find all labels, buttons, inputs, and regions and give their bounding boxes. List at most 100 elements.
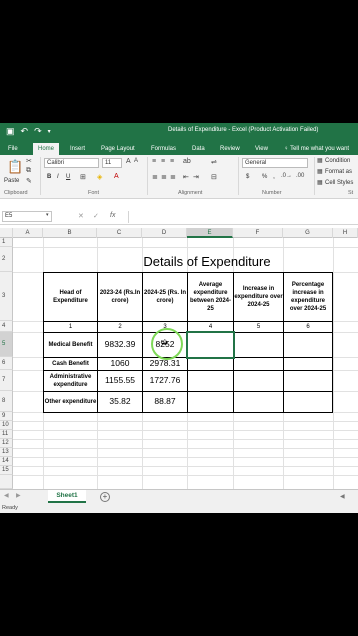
copy-icon[interactable]: ⧉ xyxy=(26,167,31,175)
table-cell-2023[interactable]: 1060 xyxy=(97,357,143,371)
conditional-formatting-icon[interactable]: ▦ xyxy=(317,157,323,164)
table-cell-empty[interactable] xyxy=(187,357,234,371)
tab-review[interactable]: Review xyxy=(220,143,240,155)
next-sheet-icon[interactable]: ▶ xyxy=(16,492,21,499)
percent-button[interactable]: % xyxy=(262,174,267,180)
borders-icon[interactable]: ⊞ xyxy=(80,173,86,181)
table-cell-head[interactable]: Other expenditure xyxy=(43,391,98,413)
row-header[interactable]: 6 xyxy=(0,357,13,370)
sheet-title[interactable]: Details of Expenditure xyxy=(97,252,317,272)
conditional-formatting-button[interactable]: Condition xyxy=(325,158,350,164)
row-header-selected[interactable]: 5 xyxy=(0,332,13,357)
font-name-select[interactable]: Calibri xyxy=(44,158,99,168)
row-header[interactable]: 7 xyxy=(0,370,13,391)
tab-insert[interactable]: Insert xyxy=(70,143,85,155)
tab-view[interactable]: View xyxy=(255,143,268,155)
name-box-dropdown-icon[interactable]: ▾ xyxy=(46,212,49,218)
increase-decimal-icon[interactable]: .0→ xyxy=(281,173,292,179)
column-header[interactable]: B xyxy=(43,228,97,238)
fill-color-icon[interactable]: ◈ xyxy=(97,173,102,181)
table-header-cell[interactable]: Average expenditure between 2024-25 xyxy=(187,272,234,322)
comma-style-icon[interactable]: , xyxy=(273,173,275,180)
cut-icon[interactable]: ✂ xyxy=(26,157,32,165)
align-top-icon[interactable]: ≡ xyxy=(152,158,156,165)
align-center-icon[interactable]: ≣ xyxy=(161,173,167,181)
table-cell-empty[interactable] xyxy=(233,391,284,413)
paste-icon[interactable]: 📋 xyxy=(7,159,23,175)
scroll-left-icon[interactable]: ◀ xyxy=(340,493,345,500)
table-cell-head[interactable]: Medical Benefit xyxy=(43,332,98,358)
wrap-text-icon[interactable]: ⇌ xyxy=(211,158,217,166)
row-header[interactable]: 2 xyxy=(0,247,13,272)
grow-font-icon[interactable]: A xyxy=(126,158,131,165)
undo-icon[interactable]: ↶ xyxy=(21,126,29,137)
row-header[interactable]: 14 xyxy=(0,457,13,466)
cell-styles-icon[interactable]: ▦ xyxy=(317,179,323,186)
table-cell-2024[interactable]: 88.87 xyxy=(142,391,188,413)
row-header[interactable]: 9 xyxy=(0,412,13,421)
format-painter-icon[interactable]: ✎ xyxy=(26,177,32,185)
table-cell-empty[interactable] xyxy=(187,370,234,392)
tab-page-layout[interactable]: Page Layout xyxy=(101,143,135,155)
decrease-indent-icon[interactable]: ⇤ xyxy=(183,173,189,181)
column-header[interactable]: C xyxy=(97,228,142,238)
save-icon[interactable]: ▣ xyxy=(6,126,15,137)
paste-label[interactable]: Paste xyxy=(4,178,19,184)
enter-icon[interactable]: ✓ xyxy=(93,212,99,220)
tell-me-box[interactable]: ♀ Tell me what you want xyxy=(284,143,349,155)
table-cell-empty[interactable] xyxy=(233,370,284,392)
table-cell-head[interactable]: Cash Benefit xyxy=(43,357,98,371)
tab-formulas[interactable]: Formulas xyxy=(151,143,176,155)
row-header[interactable]: 4 xyxy=(0,321,13,332)
column-header[interactable]: A xyxy=(13,228,43,238)
column-header[interactable]: F xyxy=(233,228,283,238)
row-header[interactable]: 10 xyxy=(0,421,13,430)
table-cell-head[interactable]: Administrative expenditure xyxy=(43,370,98,392)
row-header[interactable]: 12 xyxy=(0,439,13,448)
table-cell-2023[interactable]: 1155.55 xyxy=(97,370,143,392)
table-cell-2024[interactable]: 1727.76 xyxy=(142,370,188,392)
fx-icon[interactable]: fx xyxy=(110,212,115,219)
table-cell-empty[interactable] xyxy=(233,332,284,358)
table-header-cell[interactable]: Head of Expenditure xyxy=(43,272,98,322)
underline-button[interactable]: U xyxy=(66,174,70,180)
tab-data[interactable]: Data xyxy=(192,143,205,155)
column-header[interactable]: H xyxy=(333,228,358,238)
column-header-selected[interactable]: E xyxy=(187,228,233,238)
table-cell-empty[interactable] xyxy=(283,357,333,371)
row-header[interactable]: 1 xyxy=(0,238,13,247)
number-format-select[interactable]: General xyxy=(242,158,308,168)
merge-center-icon[interactable]: ⊟ xyxy=(211,173,217,181)
row-header[interactable]: 13 xyxy=(0,448,13,457)
redo-icon[interactable]: ↷ xyxy=(34,126,42,137)
row-header[interactable]: 15 xyxy=(0,466,13,475)
table-header-cell[interactable]: 2024-25 (Rs. In crore) xyxy=(142,272,188,322)
select-all-corner[interactable] xyxy=(0,228,13,238)
name-box[interactable]: E5 xyxy=(2,211,52,222)
table-header-cell[interactable]: Percentage increase in expenditure over … xyxy=(283,272,333,322)
increase-indent-icon[interactable]: ⇥ xyxy=(193,173,199,181)
tab-file[interactable]: File xyxy=(8,143,18,155)
column-header[interactable]: G xyxy=(283,228,333,238)
table-cell-empty[interactable] xyxy=(187,391,234,413)
font-color-icon[interactable]: A xyxy=(114,173,119,180)
format-as-table-button[interactable]: Format as xyxy=(325,169,352,175)
decrease-decimal-icon[interactable]: .00 xyxy=(296,173,304,179)
table-cell-2023[interactable]: 9832.39 xyxy=(97,332,143,358)
align-left-icon[interactable]: ≣ xyxy=(152,173,158,181)
row-header[interactable]: 11 xyxy=(0,430,13,439)
table-header-cell[interactable]: 2023-24 (Rs.In crore) xyxy=(97,272,143,322)
shrink-font-icon[interactable]: A xyxy=(134,158,138,164)
format-as-table-icon[interactable]: ▦ xyxy=(317,168,323,175)
prev-sheet-icon[interactable]: ◀ xyxy=(4,492,9,499)
italic-button[interactable]: I xyxy=(57,174,59,180)
table-cell-empty[interactable] xyxy=(283,370,333,392)
table-cell-2023[interactable]: 35.82 xyxy=(97,391,143,413)
align-middle-icon[interactable]: ≡ xyxy=(161,158,165,165)
column-header[interactable]: D xyxy=(142,228,187,238)
table-cell-empty[interactable] xyxy=(283,391,333,413)
cell-styles-button[interactable]: Cell Styles xyxy=(325,180,353,186)
sheet-tab-sheet1[interactable]: Sheet1 xyxy=(48,490,86,503)
bold-button[interactable]: B xyxy=(47,174,51,180)
add-sheet-icon[interactable]: + xyxy=(100,492,110,502)
